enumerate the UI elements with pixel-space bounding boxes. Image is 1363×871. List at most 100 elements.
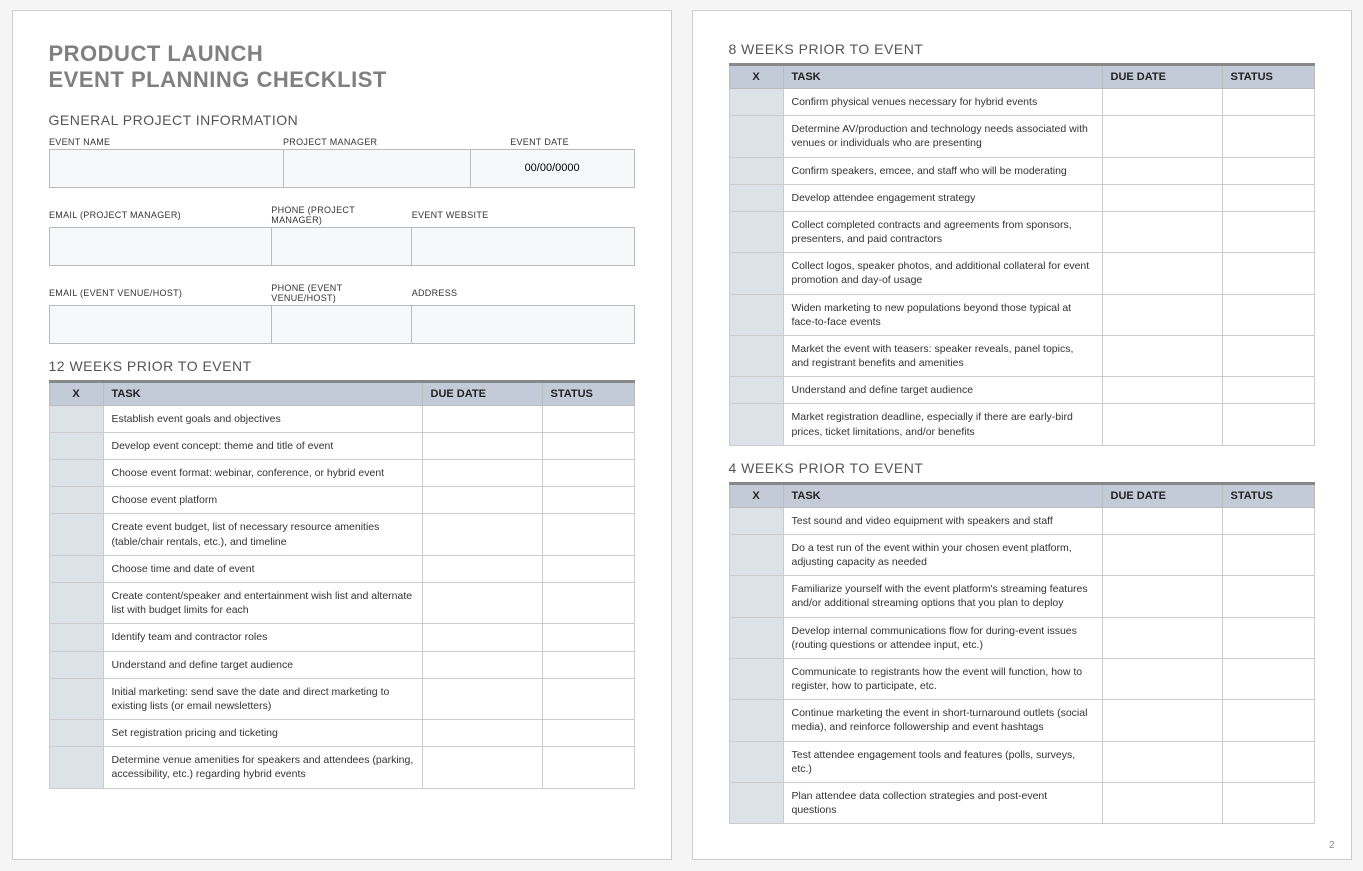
due-date-cell[interactable] (422, 405, 542, 432)
checkbox-cell[interactable] (49, 651, 103, 678)
due-date-cell[interactable] (1102, 157, 1222, 184)
checkbox-cell[interactable] (49, 624, 103, 651)
status-cell[interactable] (1222, 700, 1314, 741)
checkbox-cell[interactable] (49, 582, 103, 623)
status-cell[interactable] (542, 460, 634, 487)
due-date-cell[interactable] (1102, 700, 1222, 741)
due-date-cell[interactable] (1102, 534, 1222, 575)
status-cell[interactable] (542, 555, 634, 582)
due-date-cell[interactable] (422, 582, 542, 623)
due-date-cell[interactable] (422, 432, 542, 459)
task-cell: Test sound and video equipment with spea… (783, 507, 1102, 534)
status-cell[interactable] (1222, 507, 1314, 534)
checkbox-cell[interactable] (49, 678, 103, 719)
checkbox-cell[interactable] (729, 89, 783, 116)
due-date-cell[interactable] (422, 460, 542, 487)
status-cell[interactable] (542, 487, 634, 514)
checkbox-cell[interactable] (729, 211, 783, 252)
status-cell[interactable] (1222, 576, 1314, 617)
due-date-cell[interactable] (422, 747, 542, 788)
phone-pm-input[interactable] (271, 227, 411, 265)
status-cell[interactable] (1222, 116, 1314, 157)
status-cell[interactable] (542, 432, 634, 459)
checkbox-cell[interactable] (729, 404, 783, 445)
checkbox-cell[interactable] (729, 294, 783, 335)
checkbox-cell[interactable] (729, 576, 783, 617)
checkbox-cell[interactable] (49, 555, 103, 582)
checkbox-cell[interactable] (49, 720, 103, 747)
event-date-input[interactable]: 00/00/0000 (470, 149, 634, 187)
status-cell[interactable] (1222, 617, 1314, 658)
status-cell[interactable] (1222, 335, 1314, 376)
status-cell[interactable] (1222, 658, 1314, 699)
checkbox-cell[interactable] (49, 432, 103, 459)
checkbox-cell[interactable] (729, 116, 783, 157)
due-date-cell[interactable] (422, 555, 542, 582)
status-cell[interactable] (1222, 377, 1314, 404)
due-date-cell[interactable] (422, 624, 542, 651)
checkbox-cell[interactable] (49, 747, 103, 788)
checkbox-cell[interactable] (729, 377, 783, 404)
due-date-cell[interactable] (1102, 377, 1222, 404)
due-date-cell[interactable] (1102, 576, 1222, 617)
due-date-cell[interactable] (1102, 116, 1222, 157)
checkbox-cell[interactable] (49, 514, 103, 555)
status-cell[interactable] (1222, 184, 1314, 211)
status-cell[interactable] (1222, 253, 1314, 294)
checkbox-cell[interactable] (729, 335, 783, 376)
status-cell[interactable] (1222, 741, 1314, 782)
status-cell[interactable] (1222, 157, 1314, 184)
due-date-cell[interactable] (1102, 658, 1222, 699)
status-cell[interactable] (542, 514, 634, 555)
status-cell[interactable] (1222, 89, 1314, 116)
due-date-cell[interactable] (422, 678, 542, 719)
checkbox-cell[interactable] (729, 700, 783, 741)
status-cell[interactable] (542, 624, 634, 651)
due-date-cell[interactable] (1102, 404, 1222, 445)
checkbox-cell[interactable] (729, 617, 783, 658)
due-date-cell[interactable] (1102, 782, 1222, 823)
due-date-cell[interactable] (422, 651, 542, 678)
status-cell[interactable] (1222, 534, 1314, 575)
checkbox-cell[interactable] (729, 534, 783, 575)
status-cell[interactable] (542, 678, 634, 719)
checkbox-cell[interactable] (729, 658, 783, 699)
status-cell[interactable] (542, 651, 634, 678)
checkbox-cell[interactable] (729, 157, 783, 184)
checkbox-cell[interactable] (729, 507, 783, 534)
due-date-cell[interactable] (1102, 89, 1222, 116)
checkbox-cell[interactable] (729, 741, 783, 782)
status-cell[interactable] (1222, 404, 1314, 445)
due-date-cell[interactable] (1102, 335, 1222, 376)
due-date-cell[interactable] (1102, 617, 1222, 658)
checkbox-cell[interactable] (729, 782, 783, 823)
checkbox-cell[interactable] (729, 253, 783, 294)
status-cell[interactable] (1222, 211, 1314, 252)
event-name-input[interactable] (49, 149, 283, 187)
email-venue-input[interactable] (49, 305, 271, 343)
due-date-cell[interactable] (1102, 294, 1222, 335)
checkbox-cell[interactable] (49, 460, 103, 487)
status-cell[interactable] (1222, 294, 1314, 335)
status-cell[interactable] (1222, 782, 1314, 823)
due-date-cell[interactable] (1102, 184, 1222, 211)
status-cell[interactable] (542, 582, 634, 623)
status-cell[interactable] (542, 747, 634, 788)
due-date-cell[interactable] (422, 514, 542, 555)
checkbox-cell[interactable] (49, 487, 103, 514)
due-date-cell[interactable] (1102, 741, 1222, 782)
email-pm-input[interactable] (49, 227, 271, 265)
address-input[interactable] (412, 305, 634, 343)
due-date-cell[interactable] (1102, 253, 1222, 294)
status-cell[interactable] (542, 405, 634, 432)
due-date-cell[interactable] (1102, 211, 1222, 252)
project-manager-input[interactable] (283, 149, 470, 187)
event-website-input[interactable] (412, 227, 634, 265)
due-date-cell[interactable] (422, 720, 542, 747)
phone-venue-input[interactable] (271, 305, 411, 343)
checkbox-cell[interactable] (49, 405, 103, 432)
due-date-cell[interactable] (1102, 507, 1222, 534)
status-cell[interactable] (542, 720, 634, 747)
due-date-cell[interactable] (422, 487, 542, 514)
checkbox-cell[interactable] (729, 184, 783, 211)
